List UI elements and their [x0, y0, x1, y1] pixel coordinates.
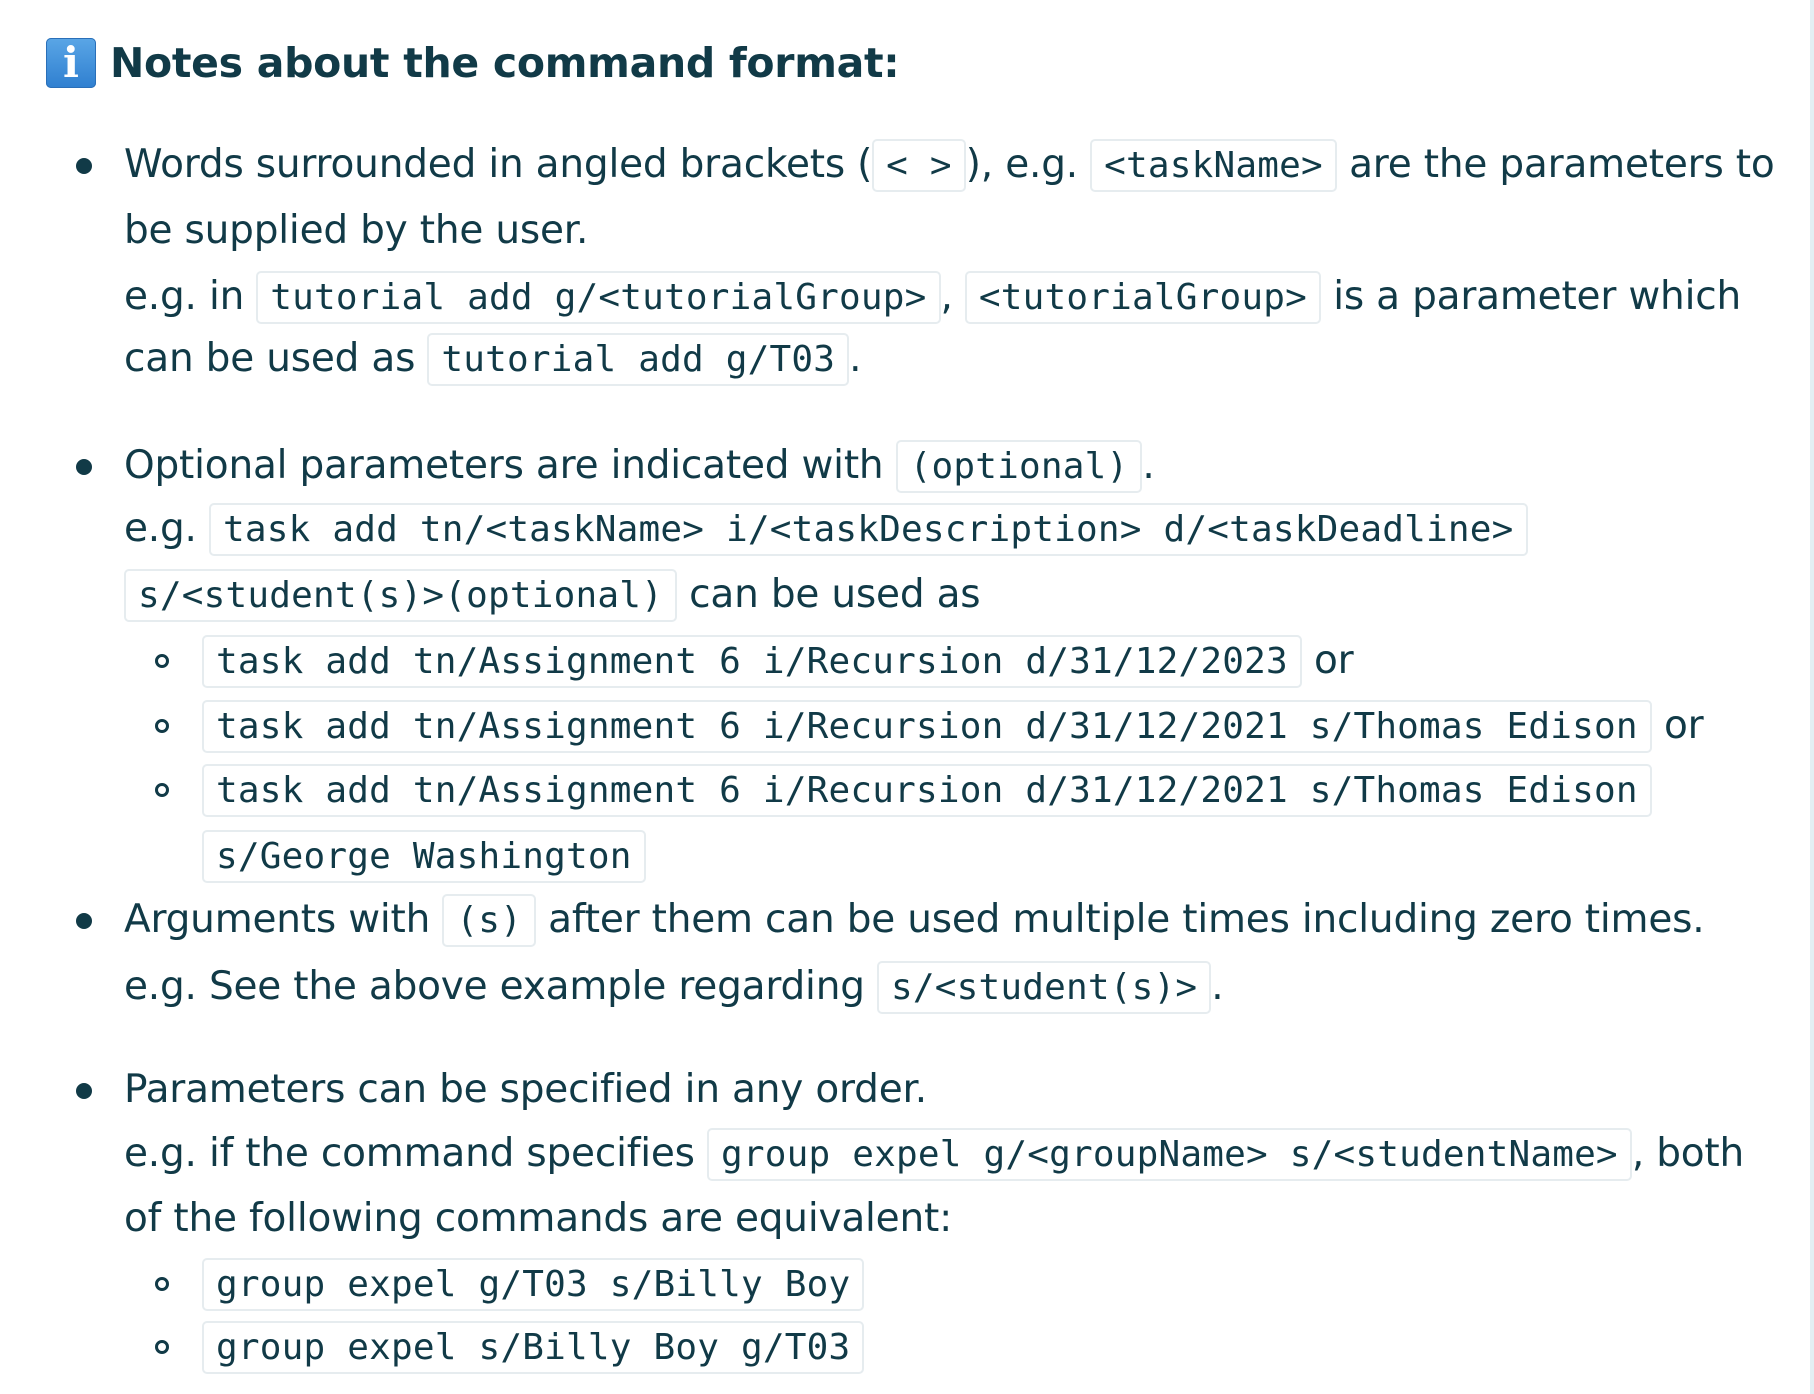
note-box: i Notes about the command format: Words … — [0, 0, 1800, 1394]
text: can be used as — [124, 336, 428, 381]
bullet2-line1: Optional parameters are indicated with (… — [124, 440, 1155, 493]
bullet1-line1: Words surrounded in angled brackets (< >… — [124, 139, 1775, 192]
inline-code: tutorial add g/<tutorialGroup> — [256, 271, 941, 324]
bullet2-example-1: task add tn/Assignment 6 i/Recursion d/3… — [202, 635, 1354, 688]
sub-bullet-circle — [155, 719, 169, 733]
inline-code: task add tn/<taskName> i/<taskDescriptio… — [208, 503, 1528, 556]
bullet-dot — [76, 1083, 92, 1099]
inline-code: (s) — [442, 894, 536, 947]
inline-code: group expel s/Billy Boy g/T03 — [202, 1321, 865, 1374]
bullet4-line2: e.g. if the command specifies group expe… — [124, 1128, 1745, 1181]
inline-code: group expel g/T03 s/Billy Boy — [202, 1258, 865, 1311]
bullet-dot — [76, 913, 92, 929]
bullet4-example-1: group expel g/T03 s/Billy Boy — [202, 1258, 865, 1311]
text: Arguments with — [124, 897, 443, 942]
text: Optional parameters are indicated with — [124, 443, 896, 488]
note-title: Notes about the command format: — [110, 39, 900, 87]
bullet4-example-2: group expel s/Billy Boy g/T03 — [202, 1321, 865, 1374]
text: after them can be used multiple times in… — [535, 897, 1705, 942]
sub-bullet-circle — [155, 783, 169, 797]
inline-code: task add tn/Assignment 6 i/Recursion d/3… — [202, 764, 1652, 817]
bullet2-line3: s/<student(s)>(optional) can be used as — [124, 569, 981, 622]
inline-code: <taskName> — [1090, 139, 1337, 192]
text: ), e.g. — [965, 142, 1091, 187]
bullet1-line2: be supplied by the user. — [124, 208, 589, 253]
bullet2-example-3-cont: s/George Washington — [202, 830, 646, 883]
sub-bullet-circle — [155, 1277, 169, 1291]
bullet2-example-3: task add tn/Assignment 6 i/Recursion d/3… — [202, 764, 1652, 817]
bullet4-line3: of the following commands are equivalent… — [124, 1196, 953, 1241]
bullet3-line2: e.g. See the above example regarding s/<… — [124, 961, 1224, 1014]
text: is a parameter which — [1321, 274, 1741, 319]
info-icon: i — [46, 38, 96, 88]
sub-bullet-circle — [155, 1340, 169, 1354]
text: are the parameters to — [1336, 142, 1775, 187]
inline-code: s/<student(s)> — [876, 961, 1212, 1014]
inline-code: s/George Washington — [202, 830, 646, 883]
inline-code: group expel g/<groupName> s/<studentName… — [706, 1128, 1632, 1181]
inline-code: s/<student(s)>(optional) — [124, 569, 677, 622]
bullet1-line4: can be used as tutorial add g/T03. — [124, 333, 862, 386]
inline-code: < > — [872, 139, 966, 192]
text: or — [1301, 638, 1354, 683]
note-header: i Notes about the command format: — [46, 36, 900, 90]
bullet3-line1: Arguments with (s) after them can be use… — [124, 894, 1705, 947]
inline-code: tutorial add g/T03 — [427, 333, 850, 386]
bullet4-line1: Parameters can be specified in any order… — [124, 1067, 927, 1112]
text: . — [1211, 964, 1224, 1009]
text: e.g. if the command specifies — [124, 1131, 707, 1176]
text: , both — [1631, 1131, 1745, 1176]
text: or — [1651, 703, 1704, 748]
inline-code: (optional) — [895, 440, 1143, 493]
inline-code: task add tn/Assignment 6 i/Recursion d/3… — [202, 635, 1302, 688]
inline-code: <tutorialGroup> — [964, 271, 1322, 324]
text: e.g. in — [124, 274, 257, 319]
text: Words surrounded in angled brackets ( — [124, 142, 873, 187]
bullet2-example-2: task add tn/Assignment 6 i/Recursion d/3… — [202, 700, 1704, 753]
bullet1-line3: e.g. in tutorial add g/<tutorialGroup>, … — [124, 271, 1741, 324]
text: can be used as — [676, 572, 981, 617]
bullet-dot — [76, 158, 92, 174]
text: . — [1142, 443, 1155, 488]
text: e.g. See the above example regarding — [124, 964, 877, 1009]
bullet-dot — [76, 459, 92, 475]
inline-code: task add tn/Assignment 6 i/Recursion d/3… — [202, 700, 1652, 753]
sub-bullet-circle — [155, 654, 169, 668]
text: , — [940, 274, 965, 319]
text: e.g. — [124, 506, 209, 551]
text: . — [849, 336, 862, 381]
right-border — [1810, 0, 1814, 1394]
bullet2-line2: e.g. task add tn/<taskName> i/<taskDescr… — [124, 503, 1528, 556]
